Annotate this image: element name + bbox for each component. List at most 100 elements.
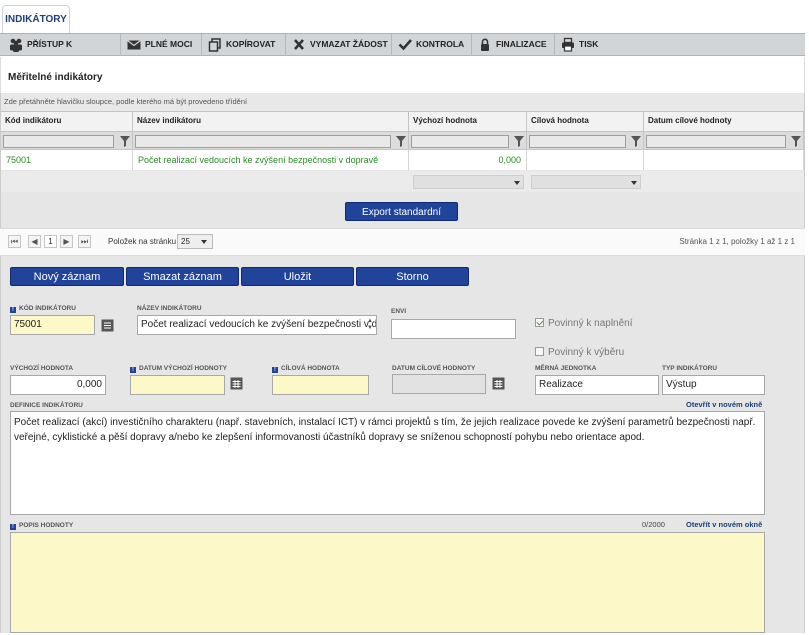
filter-input-name[interactable] [135,135,391,148]
filter-cell-target-date [644,131,804,149]
tab-bar: INDIKÁTORY [0,0,809,33]
code-label: ! KÓD INDIKÁTORU [10,305,76,313]
indicator-type-label: TYP INDIKÁTORU [662,365,718,372]
tab-indikatory[interactable]: INDIKÁTORY [2,5,70,33]
section-title: Měřitelné indikátory [8,72,103,83]
filter-icon[interactable] [514,135,524,147]
envelope-icon [127,40,141,50]
description-open-link[interactable]: Otevřít v novém okně [686,520,762,529]
unit-field[interactable]: Realizace [535,375,659,395]
copy-icon [208,38,221,52]
filter-input-start-value[interactable] [411,135,509,148]
users-icon [10,38,22,52]
name-value: Počet realizací vedoucích ke zvýšení bez… [141,319,377,330]
first-page-button[interactable]: ⏮ [8,235,21,248]
copy-button[interactable]: KOPÍROVAT [202,34,286,56]
page-size-select[interactable]: 25 [177,234,213,249]
column-header-target-value[interactable]: Cílová hodnota [527,111,644,131]
next-page-button[interactable]: ▶ [60,235,73,248]
last-page-button[interactable]: ⏭ [78,235,91,248]
copy-label: KOPÍROVAT [226,39,276,49]
save-button[interactable]: Uložit [241,267,354,286]
unit-label: MĚRNÁ JEDNOTKA [535,365,597,372]
column-header-start-value[interactable]: Výchozí hodnota [409,111,527,131]
table-cell-code[interactable]: 75001 [1,149,133,170]
pager-summary: Stránka 1 z 1, položky 1 až 1 z 1 [679,237,795,246]
start-date-field[interactable] [130,375,225,395]
checkmark-icon [398,39,412,51]
filter-icon[interactable] [396,135,406,147]
current-page[interactable]: 1 [44,235,57,248]
pager: ⏮ ◀ 1 ▶ ⏭ Položek na stránku 25 Stránka … [0,228,805,256]
required-icon: ! [130,367,136,373]
required-icon: ! [272,367,278,373]
power-of-attorney-label: PLNÉ MOCI [145,39,193,49]
close-icon [294,39,304,50]
name-field[interactable]: Počet realizací vedoucích ke zvýšení bez… [137,315,377,335]
checkbox-icon [535,347,544,356]
finalize-label: FINALIZACE [496,39,547,49]
page-size-label: Položek na stránku [108,237,177,246]
table-cell-target-value[interactable] [527,149,644,170]
target-value-label: ! CÍLOVÁ HODNOTA [272,365,340,373]
group-by-hint: Zde přetáhněte hlavičku sloupce, podle k… [1,94,804,111]
table-cell-name[interactable]: Počet realizací vedoucích ke zvýšení bez… [133,149,409,170]
mandatory-select-checkbox[interactable]: Povinný k výběru [535,347,624,358]
description-counter: 0/2000 [642,520,665,529]
finalize-button[interactable]: FINALIZACE [472,34,555,56]
filter-input-target-value[interactable] [529,135,626,148]
delete-request-button[interactable]: VYMAZAT ŽÁDOST [286,34,392,56]
table-cell-start-value[interactable]: 0,000 [409,149,527,170]
export-standard-button[interactable]: Export standardní [345,202,458,221]
description-textarea[interactable] [10,532,765,633]
start-value-field[interactable]: 0,000 [10,375,106,395]
calendar-icon[interactable] [492,377,505,390]
section-header: Měřitelné indikátory [0,57,805,97]
printer-icon [562,37,574,52]
filter-cell-code [1,131,133,149]
filter-cell-start-value [409,131,527,149]
prev-page-button[interactable]: ◀ [28,235,41,248]
calendar-icon[interactable] [230,377,243,390]
indicator-type-field[interactable]: Výstup [662,375,765,395]
required-icon: ! [10,524,16,530]
check-label: KONTROLA [416,39,465,49]
code-field[interactable]: 75001 [10,315,95,335]
print-button[interactable]: TISK [555,34,607,56]
envi-field[interactable] [391,319,516,339]
column-header-code[interactable]: Kód indikátoru [1,111,133,131]
power-of-attorney-button[interactable]: PLNÉ MOCI [121,34,202,56]
table-cell-target-date[interactable] [644,149,804,170]
filter-icon[interactable] [120,135,130,147]
name-label: NÁZEV INDIKÁTORU [137,305,202,312]
aggregate-dropdown-start[interactable] [413,175,524,189]
new-record-button[interactable]: Nový záznam [10,267,124,286]
description-label: ! POPIS HODNOTY [10,522,73,530]
column-header-name[interactable]: Název indikátoru [133,111,409,131]
list-icon[interactable] [101,319,114,332]
lock-icon [481,38,489,51]
column-header-target-date[interactable]: Datum cílové hodnoty [644,111,804,131]
summary-row [1,171,804,192]
filter-icon[interactable] [631,135,641,147]
start-value-label: VÝCHOZÍ HODNOTA [10,365,74,372]
mandatory-fulfill-checkbox[interactable]: Povinný k naplnění [535,318,633,329]
filter-icon[interactable] [791,135,801,147]
cancel-button[interactable]: Storno [356,267,469,286]
target-date-field [392,374,486,394]
scroll-arrows-icon[interactable]: ▲ ▼ [367,318,373,332]
target-value-field[interactable] [272,375,369,395]
envi-label: ENVI [391,308,407,315]
definition-textarea[interactable]: Počet realizací (akcí) investičního char… [10,411,765,515]
filter-input-target-date[interactable] [646,135,786,148]
target-date-label: DATUM CÍLOVÉ HODNOTY [392,365,476,372]
filter-cell-target-value [527,131,644,149]
delete-record-button[interactable]: Smazat záznam [126,267,239,286]
definition-open-link[interactable]: Otevřít v novém okně [686,400,762,409]
aggregate-dropdown-target[interactable] [531,175,641,189]
definition-label: DEFINICE INDIKÁTORU [10,402,83,409]
filter-input-code[interactable] [3,135,114,148]
access-project-button[interactable]: PŘÍSTUP K PROJEKTU [3,34,121,70]
check-button[interactable]: KONTROLA [392,34,472,56]
required-icon: ! [10,307,16,313]
